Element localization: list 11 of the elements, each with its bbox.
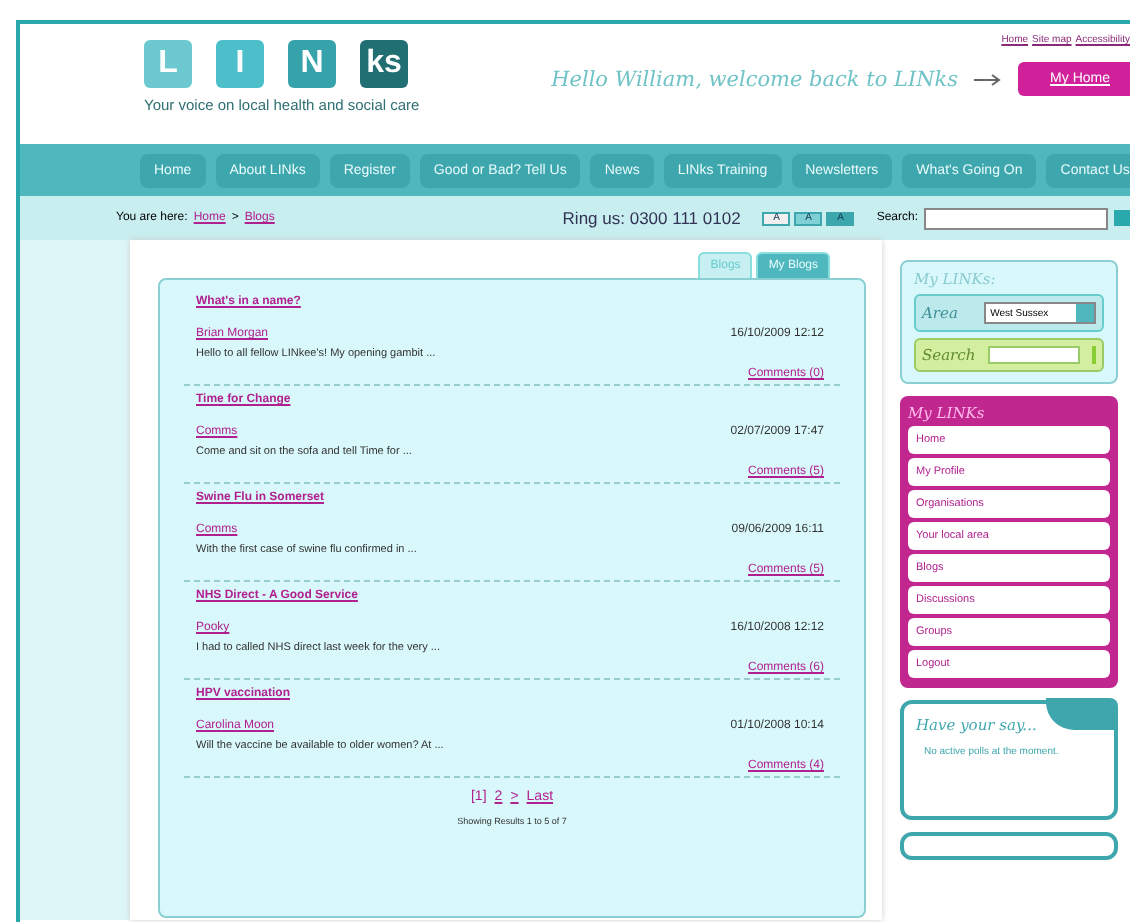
arrow-icon	[974, 73, 1003, 85]
search-go-button[interactable]	[1114, 210, 1130, 226]
logo-letter: L	[144, 40, 192, 88]
logo-letter: I	[216, 40, 264, 88]
phone-number: Ring us: 0300 111 0102	[562, 208, 741, 228]
logo-letter: N	[288, 40, 336, 88]
search-field[interactable]	[987, 346, 1080, 364]
logo-letter: ks	[360, 40, 408, 88]
plus-button[interactable]	[1091, 346, 1096, 364]
search-field[interactable]	[924, 207, 1108, 229]
welcome-message: Hello William, welcome back to LINks	[551, 67, 959, 91]
